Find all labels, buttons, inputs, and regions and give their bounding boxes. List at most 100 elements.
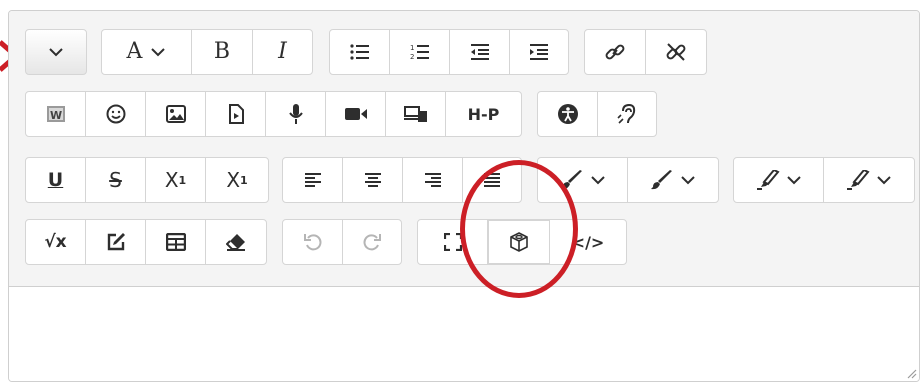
italic-button[interactable]: I	[253, 30, 312, 74]
content-bank-button[interactable]	[488, 220, 550, 264]
toolbar-group-expand	[25, 29, 87, 75]
align-center-icon	[364, 173, 381, 187]
superscript-button[interactable]: X1	[206, 158, 268, 202]
toolbar-group-media: W H-P	[25, 91, 522, 137]
media-file-icon	[228, 104, 244, 124]
chevron-down-icon	[681, 176, 695, 185]
bold-label: B	[213, 39, 231, 64]
align-center-button[interactable]	[343, 158, 403, 202]
text-color-button[interactable]	[538, 158, 628, 202]
numbered-list-button[interactable]: 12	[390, 30, 450, 74]
align-justify-button[interactable]	[463, 158, 521, 202]
fullscreen-button[interactable]	[418, 220, 488, 264]
svg-text:2: 2	[410, 53, 414, 61]
toolbar-toggle-button[interactable]	[26, 30, 86, 74]
numbered-list-icon: 12	[410, 44, 429, 61]
emoji-button[interactable]	[86, 92, 146, 136]
html-source-label: </>	[571, 232, 605, 252]
chevron-down-icon	[877, 176, 891, 185]
image-icon	[165, 105, 186, 123]
redo-button[interactable]	[343, 220, 401, 264]
record-video-button[interactable]	[326, 92, 386, 136]
highlight-color-button[interactable]	[824, 158, 914, 202]
highlight-button[interactable]	[734, 158, 824, 202]
align-justify-icon	[484, 173, 500, 187]
toolbar-group-history	[282, 219, 402, 265]
toolbar-group-tools: √x	[25, 219, 267, 265]
align-right-icon	[424, 173, 441, 187]
eraser-icon	[226, 234, 245, 251]
superscript-index: 1	[240, 173, 248, 187]
microphone-icon	[288, 104, 303, 124]
unlink-button[interactable]	[646, 30, 706, 74]
bullet-list-icon	[349, 44, 369, 60]
chevron-down-icon	[49, 48, 63, 57]
toolbar-group-links	[584, 29, 707, 75]
toolbar-group-lists: 12	[329, 29, 569, 75]
font-style-button[interactable]: A	[102, 30, 192, 74]
text-editor: A B I 12 W H-P U S X 1 X 1 √x </>	[8, 10, 920, 382]
background-color-button[interactable]	[628, 158, 718, 202]
fullscreen-icon	[443, 233, 462, 251]
toolbar-group-align	[282, 157, 522, 203]
redo-icon	[363, 234, 381, 251]
screen-reader-helper-button[interactable]	[598, 92, 656, 136]
clear-formatting-button[interactable]	[206, 220, 266, 264]
edit-note-button[interactable]	[86, 220, 146, 264]
word-paste-button[interactable]: W	[26, 92, 86, 136]
superscript-base: X	[226, 168, 241, 192]
equation-label: √x	[44, 232, 67, 252]
h5p-button[interactable]: H-P	[446, 92, 521, 136]
link-icon	[605, 44, 625, 60]
outdent-icon	[470, 44, 489, 60]
editor-toolbar: A B I 12 W H-P U S X 1 X 1 √x </>	[9, 11, 919, 287]
outdent-button[interactable]	[450, 30, 510, 74]
align-left-icon	[304, 173, 321, 187]
toolbar-group-font: A B I	[101, 29, 313, 75]
background-color-icon	[651, 170, 672, 190]
subscript-base: X	[164, 168, 179, 192]
manage-files-icon	[403, 106, 427, 122]
subscript-button[interactable]: X1	[146, 158, 206, 202]
equation-button[interactable]: √x	[26, 220, 86, 264]
indent-button[interactable]	[510, 30, 568, 74]
toolbar-group-accessibility	[537, 91, 657, 137]
italic-label: I	[278, 39, 287, 64]
align-right-button[interactable]	[403, 158, 463, 202]
resize-grip-icon[interactable]	[905, 367, 917, 379]
bullet-list-button[interactable]	[330, 30, 390, 74]
toolbar-group-colors	[537, 157, 719, 203]
underline-label: U	[47, 168, 64, 191]
unlink-icon	[666, 43, 686, 61]
h5p-label: H-P	[467, 104, 500, 124]
svg-text:1: 1	[410, 44, 414, 52]
record-audio-button[interactable]	[266, 92, 326, 136]
cube-icon	[510, 232, 528, 252]
toolbar-group-highlight	[733, 157, 915, 203]
underline-button[interactable]: U	[26, 158, 86, 202]
font-style-label: A	[126, 39, 143, 64]
text-color-icon	[560, 170, 582, 190]
emoji-icon	[106, 104, 125, 124]
undo-icon	[303, 234, 321, 251]
highlight-icon	[756, 170, 780, 190]
link-button[interactable]	[585, 30, 646, 74]
align-left-button[interactable]	[283, 158, 343, 202]
chevron-down-icon	[786, 176, 801, 185]
manage-files-button[interactable]	[386, 92, 446, 136]
word-paste-icon: W	[46, 106, 65, 122]
bold-button[interactable]: B	[192, 30, 253, 74]
accessibility-checker-button[interactable]	[538, 92, 598, 136]
chevron-down-icon	[151, 48, 166, 57]
video-camera-icon	[344, 108, 367, 120]
editor-content-area[interactable]	[9, 287, 919, 381]
strikethrough-button[interactable]: S	[86, 158, 146, 202]
table-button[interactable]	[146, 220, 206, 264]
media-file-button[interactable]	[206, 92, 266, 136]
image-button[interactable]	[146, 92, 206, 136]
chevron-down-icon	[590, 176, 605, 185]
subscript-index: 1	[178, 173, 187, 187]
html-source-button[interactable]: </>	[550, 220, 626, 264]
undo-button[interactable]	[283, 220, 343, 264]
toolbar-group-view: </>	[417, 219, 627, 265]
